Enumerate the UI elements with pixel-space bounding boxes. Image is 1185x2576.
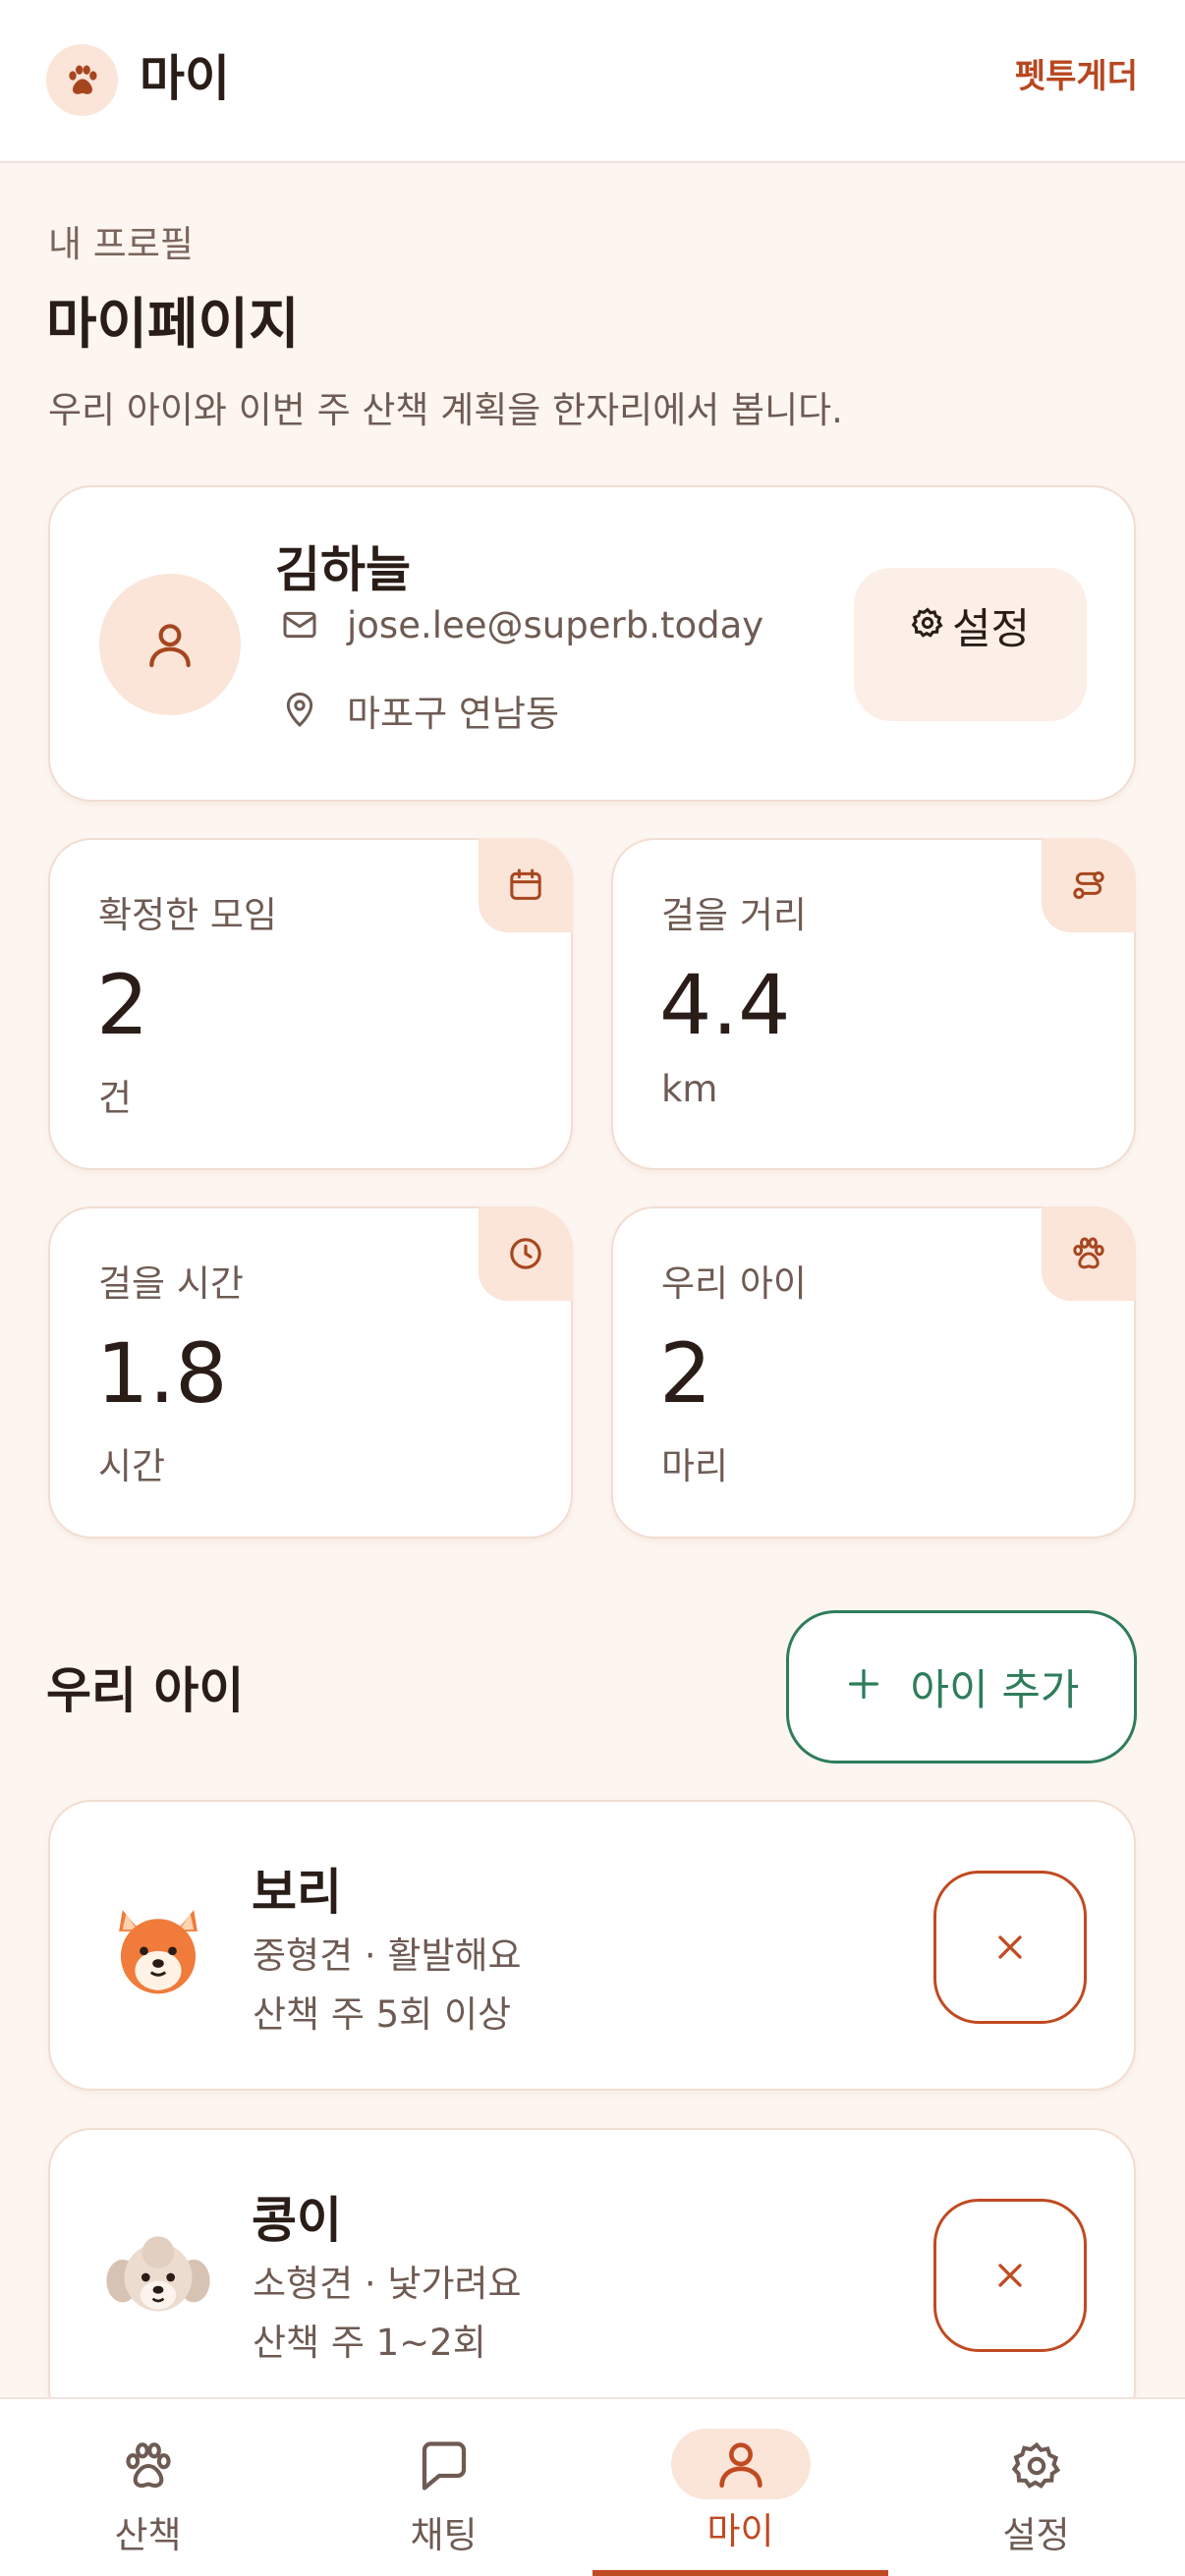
profile-email-row: jose.lee@superb.today [278, 603, 763, 646]
avatar [99, 574, 241, 715]
mail-icon [278, 603, 321, 646]
shiba-dog-icon [101, 1892, 215, 2006]
nav-item-settings[interactable]: 설정 [888, 2399, 1184, 2576]
profile-email: jose.lee@superb.today [347, 603, 764, 646]
stat-value: 1.8 [96, 1325, 228, 1422]
paw-logo-icon [46, 44, 118, 116]
calendar-icon [479, 838, 573, 932]
stat-label: 확정한 모임 [98, 894, 277, 936]
close-icon [998, 2264, 1022, 2287]
pet-card[interactable]: 보리 중형견 · 활발해요 산책 주 5회 이상 [48, 1800, 1136, 2091]
pets-section-title: 우리 아이 [46, 1662, 245, 1719]
settings-button-label: 설정 [951, 605, 1031, 654]
close-icon [998, 1935, 1022, 1959]
pet-walk-frequency: 산책 주 1~2회 [253, 2322, 486, 2364]
paw-icon [120, 2433, 177, 2499]
nav-label: 채팅 [410, 2514, 478, 2556]
stat-label: 걸을 시간 [98, 1262, 244, 1305]
stat-unit: 건 [98, 1077, 133, 1119]
chat-icon [415, 2433, 474, 2499]
page-subtitle: 우리 아이와 이번 주 산책 계획을 한자리에서 봅니다. [48, 389, 843, 431]
location-pin-icon [278, 689, 321, 732]
stat-value: 2 [659, 1325, 712, 1422]
nav-item-walk[interactable]: 산책 [0, 2399, 296, 2576]
add-pet-button[interactable]: 아이 추가 [786, 1610, 1137, 1764]
gear-icon [1010, 2433, 1063, 2499]
nav-item-chat[interactable]: 채팅 [296, 2399, 592, 2576]
remove-pet-button[interactable] [933, 2199, 1087, 2352]
bottom-nav: 산책 채팅 마이 설정 [0, 2397, 1185, 2576]
add-pet-label: 아이 추가 [910, 1666, 1080, 1715]
nav-item-my[interactable]: 마이 [592, 2399, 888, 2576]
pet-name: 콩이 [252, 2192, 342, 2249]
gear-icon [911, 601, 946, 638]
nav-label: 산책 [114, 2514, 182, 2556]
nav-label: 설정 [1002, 2514, 1070, 2556]
user-icon [149, 624, 191, 668]
pet-walk-frequency: 산책 주 5회 이상 [253, 1993, 512, 2036]
paw-icon [1042, 1206, 1136, 1301]
page-eyebrow: 내 프로필 [48, 223, 194, 265]
stat-card-distance: 걸을 거리 4.4 km [611, 838, 1136, 1170]
pet-description: 소형견 · 낯가려요 [253, 2263, 522, 2305]
stat-value: 4.4 [659, 957, 791, 1053]
clock-icon [479, 1206, 573, 1301]
stat-value: 2 [96, 957, 149, 1053]
profile-name: 김하늘 [275, 541, 411, 598]
page-title: 마이페이지 [46, 293, 300, 357]
pet-description: 중형견 · 활발해요 [253, 1934, 522, 1977]
profile-location-row: 마포구 연남동 [278, 684, 559, 737]
app-header: 마이 펫투게더 [0, 0, 1185, 163]
stat-unit: 시간 [98, 1445, 166, 1487]
stat-label: 우리 아이 [661, 1262, 807, 1305]
user-icon [670, 2429, 811, 2499]
stat-unit: km [661, 1068, 718, 1110]
header-title: 마이 [140, 50, 230, 107]
stat-label: 걸을 거리 [661, 894, 807, 936]
stat-card-meetups: 확정한 모임 2 건 [48, 838, 573, 1170]
nav-label: 마이 [706, 2510, 774, 2552]
stat-card-time: 걸을 시간 1.8 시간 [48, 1206, 573, 1539]
poodle-dog-icon [101, 2220, 215, 2334]
profile-settings-button[interactable]: 설정 [854, 568, 1087, 721]
plus-icon [844, 1657, 883, 1716]
profile-location: 마포구 연남동 [347, 693, 560, 735]
brand-name[interactable]: 펫투게더 [1015, 55, 1138, 98]
profile-card: 김하늘 jose.lee@superb.today 마포구 연남동 설정 [48, 485, 1136, 802]
active-tab-indicator [592, 2570, 888, 2576]
stat-unit: 마리 [661, 1445, 729, 1487]
route-icon [1042, 838, 1136, 932]
stat-card-pets: 우리 아이 2 마리 [611, 1206, 1136, 1539]
remove-pet-button[interactable] [933, 1871, 1087, 2024]
pet-card[interactable]: 콩이 소형견 · 낯가려요 산책 주 1~2회 [48, 2128, 1136, 2433]
pet-name: 보리 [252, 1864, 342, 1921]
